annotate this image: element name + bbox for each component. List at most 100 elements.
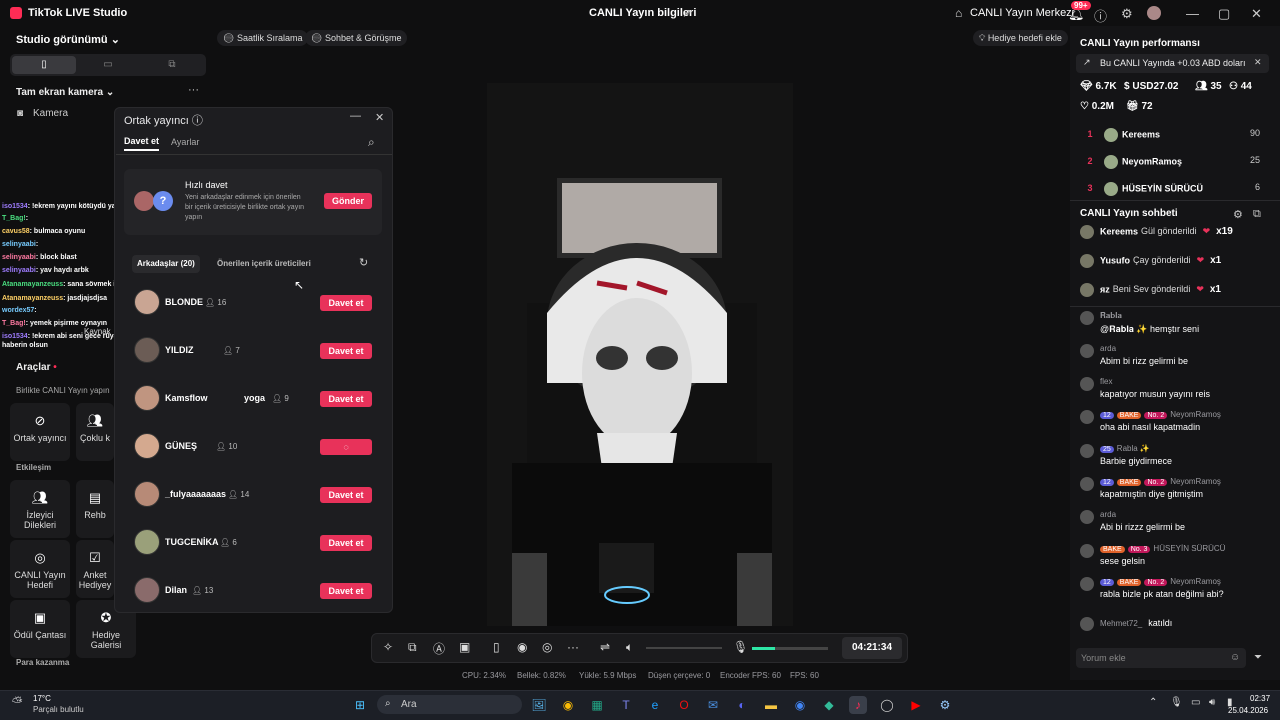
live-center-link[interactable]: CANLI Yayın Merkezi [970,7,1074,19]
user-badge: 25 [1100,446,1114,453]
ai-icon[interactable]: Ⓐ [433,640,445,657]
tab-settings[interactable]: Ayarlar [171,137,199,147]
more-icon[interactable]: ··· [188,84,199,96]
performance-title: CANLI Yayın performansı [1080,38,1200,49]
camera-group-dropdown[interactable]: Tam ekran kamera ⌄ [16,87,114,98]
windows-start-icon[interactable]: ⊞ [351,696,369,714]
close-icon[interactable]: ✕ [1251,6,1262,22]
volume-icon[interactable]: 🔊︎ [1209,697,1215,708]
chat-username: NeyomRamoş [1170,410,1221,419]
speaker-icon[interactable]: 🔈︎ [626,640,633,655]
store-icon[interactable]: ▦ [588,696,606,714]
magic-icon[interactable]: ✧ [383,640,393,654]
chat-input[interactable]: Yorum ekle [1076,648,1246,668]
minimize-dialog-icon[interactable]: — [350,110,361,122]
gift-goal-pill[interactable]: 💡︎ Hediye hedefi ekle [973,30,1068,46]
ranking-row[interactable]: 1 Kereems 90 [1080,128,1268,144]
invite-button[interactable]: Davet et [320,583,372,599]
obs-icon[interactable]: ◯ [878,696,896,714]
emoji-icon[interactable]: ☺ [1230,652,1240,663]
invite-button[interactable]: Davet et [320,487,372,503]
landscape-view-button[interactable]: ▭ [76,56,140,74]
cohost-tool-button[interactable]: ⊘ Ortak yayıncı [10,403,70,461]
ranking-row[interactable]: 2 NeyomRamoş 25 [1080,155,1268,171]
tab-invite[interactable]: Davet et [124,136,160,151]
chat-meet-pill[interactable]: 🟡︎ Sohbet & Görüşme [305,30,408,46]
refresh-icon[interactable]: ↻ [359,256,368,269]
popout-icon[interactable]: ⧉ [1253,208,1261,221]
portrait-view-button[interactable]: ▯ [12,56,76,74]
studio-view-dropdown[interactable]: Studio görünümü ⌄ [16,33,120,46]
hourly-ranking-pill[interactable]: 🟡︎ Saatlik Sıralama [217,30,309,46]
chat-text: @𝐑𝐚𝐛𝐥𝐚 ✨ hemştır seni [1100,324,1200,334]
follower-count: 👤︎ 10 [216,442,237,451]
invite-button[interactable]: Davet et [320,295,372,311]
encoder-fps-stat: Encoder FPS: 60 [720,671,781,680]
person-icon: 👤︎ [272,394,285,403]
chrome-icon[interactable]: ◉ [559,696,577,714]
chat-settings-icon[interactable]: ⚙ [1233,208,1243,221]
capture-icon[interactable]: ◎ [542,640,552,654]
poll-button[interactable]: ☑ Anket Hediyey [76,540,114,598]
edge-icon[interactable]: e [646,696,664,714]
chrome2-icon[interactable]: ◉ [791,696,809,714]
tray-chevron-icon[interactable]: ⌃ [1149,697,1157,708]
reward-bag-button[interactable]: ▣ Ödül Çantası [10,600,70,658]
taskbar-search[interactable]: Ara [377,695,522,714]
mic-icon[interactable]: 🎙︎ [733,640,748,654]
streamer-video-frame [487,83,793,626]
maximize-icon[interactable]: ▢ [1218,6,1230,22]
speaker-volume-track[interactable] [646,647,722,649]
youtube-icon[interactable]: ▶ [907,696,925,714]
more-options-icon[interactable]: ··· [567,640,579,654]
record-icon[interactable]: ◉ [517,640,527,654]
live-goal-button[interactable]: ◎ CANLI Yayın Hedefi [10,540,70,598]
network-icon[interactable]: ▭ [1191,697,1200,708]
help-icon[interactable]: ⓘ [1094,6,1107,25]
guide-button[interactable]: ▤ Rehb [76,480,114,538]
screen-icon[interactable]: ▣ [459,640,470,654]
mixer-icon[interactable]: ⇌ [600,640,610,654]
close-banner-icon[interactable]: ✕ [1254,57,1262,68]
effects-icon[interactable]: ⧉ [408,640,417,655]
tab-friends[interactable]: Arkadaşlar (20) [132,255,200,273]
photos-icon[interactable]: 🖼︎ [530,696,548,714]
tray-mic-icon[interactable]: 🎙︎ [1170,697,1183,708]
multi-guest-tool-button[interactable]: 👥︎ Çoklu k [76,403,114,461]
phone-icon[interactable]: ▯ [493,640,500,654]
follower-count-value: 14 [240,490,250,499]
gift-action: Gül gönderildi [1141,226,1197,237]
steam-icon[interactable]: ⚙ [936,696,954,714]
follower-count-value: 10 [228,442,238,451]
opera-icon[interactable]: O [675,696,693,714]
share-icon[interactable]: ↗ [682,6,692,20]
close-dialog-icon[interactable]: ✕ [375,111,384,124]
gear-icon[interactable]: ⚙ [1121,6,1133,22]
live-info-title[interactable]: CANLI Yayın bilgileri [589,7,696,19]
camera-source[interactable]: Kamera [33,108,68,119]
send-button[interactable]: Gönder [324,193,372,209]
viewer-requests-button[interactable]: 👥︎ İzleyici Dilekleri [10,480,70,538]
tab-suggested[interactable]: Önerilen içerik üreticileri [217,259,311,268]
invite-button[interactable]: Davet et [320,535,372,551]
avatar[interactable] [1147,6,1161,20]
dual-view-button[interactable]: ⧉ [140,56,204,74]
mail-icon[interactable]: ✉ [704,696,722,714]
friend-name: TUGCENİKA [165,537,219,547]
gift-row: Kereems Gül gönderildi ❤ x19 [1080,225,1233,239]
ranking-row[interactable]: 3 HÜSEYİN SÜRÜCÜ 6 [1080,182,1268,198]
overlay-chat-line: wordex57: [2,307,37,314]
search-icon[interactable]: ⌕ [368,135,375,150]
invite-button[interactable]: Davet et [320,391,372,407]
follower-count-value: 13 [204,586,214,595]
invite-loading-button[interactable]: ◌ [320,439,372,455]
chat-message: 12 BAKE No. 2 NeyomRamoş kapatmıştin diye gi… [1080,477,1260,507]
filter-icon[interactable]: ⏷ [1254,652,1262,663]
app-icon[interactable]: ◆ [820,696,838,714]
folder-icon[interactable]: ▬ [762,696,780,714]
discord-icon[interactable]: ◐ [733,696,751,714]
minimize-icon[interactable]: — [1186,6,1199,21]
tiktok-icon[interactable]: ♪ [849,696,867,714]
teams-icon[interactable]: T [617,696,635,714]
invite-button[interactable]: Davet et [320,343,372,359]
